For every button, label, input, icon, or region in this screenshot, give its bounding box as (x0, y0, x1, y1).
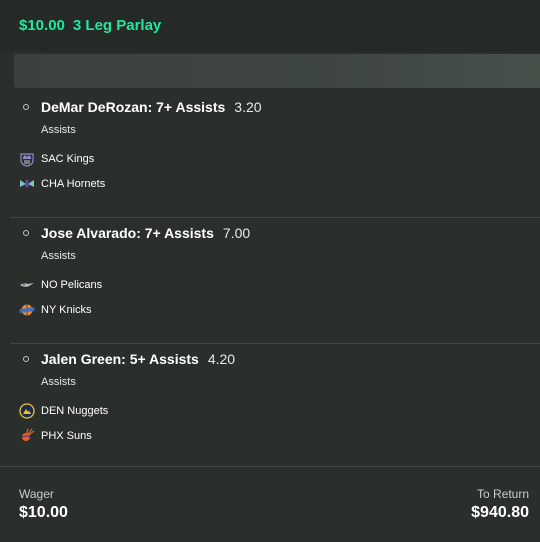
bet-footer: Wager $10.00 To Return $940.80 (0, 466, 540, 542)
leg-pick: Jalen Green: 5+ Assists 4.20 (41, 351, 235, 367)
leg-status-icon (23, 104, 29, 110)
leg-status-icon (23, 230, 29, 236)
pick-label: DeMar DeRozan: 7+ Assists (41, 99, 226, 115)
kings-logo-icon (20, 153, 34, 167)
pick-odds: 7.00 (222, 225, 251, 241)
leg-pick: DeMar DeRozan: 7+ Assists 3.20 (41, 99, 262, 115)
bet-type: 3 Leg Parlay (72, 17, 162, 34)
return-value: $940.80 (471, 504, 529, 521)
team-name: CHA Hornets (41, 178, 106, 190)
pelicans-logo-icon (20, 283, 34, 287)
leg-pick: Jose Alvarado: 7+ Assists 7.00 (41, 225, 250, 241)
wager-value: $10.00 (19, 504, 68, 521)
team-name: DEN Nuggets (41, 405, 109, 417)
hornets-logo-icon (20, 179, 34, 188)
pick-odds: 4.20 (207, 351, 236, 367)
knicks-logo-icon (19, 304, 35, 316)
stake-amount: $10.00 (19, 17, 65, 34)
leg-market: Assists (41, 124, 76, 136)
team-name: NY Knicks (41, 304, 92, 316)
leg-status-icon (23, 356, 29, 362)
nuggets-logo-icon (19, 403, 35, 419)
bet-header: $10.00 3 Leg Parlay (0, 0, 540, 52)
team-name: SAC Kings (41, 153, 95, 165)
leg-market: Assists (41, 376, 76, 388)
leg-market: Assists (41, 250, 76, 262)
pick-odds: 3.20 (234, 99, 262, 115)
parlay-leg: DeMar DeRozan: 7+ Assists 3.20 Assists SA… (10, 92, 540, 218)
pick-label: Jose Alvarado: 7+ Assists (41, 225, 214, 241)
team-name: PHX Suns (41, 430, 92, 442)
wager-label: Wager (19, 487, 54, 501)
parlay-leg: Jose Alvarado: 7+ Assists 7.00 Assists NO… (10, 218, 540, 344)
return-label: To Return (476, 487, 529, 501)
team-name: NO Pelicans (41, 279, 103, 291)
summary-bar (14, 54, 540, 88)
pick-label: Jalen Green: 5+ Assists (41, 351, 199, 367)
suns-logo-icon (21, 428, 35, 441)
bet-title: $10.00 3 Leg Parlay (19, 17, 161, 34)
parlay-leg: Jalen Green: 5+ Assists 4.20 Assists DEN … (10, 344, 540, 470)
